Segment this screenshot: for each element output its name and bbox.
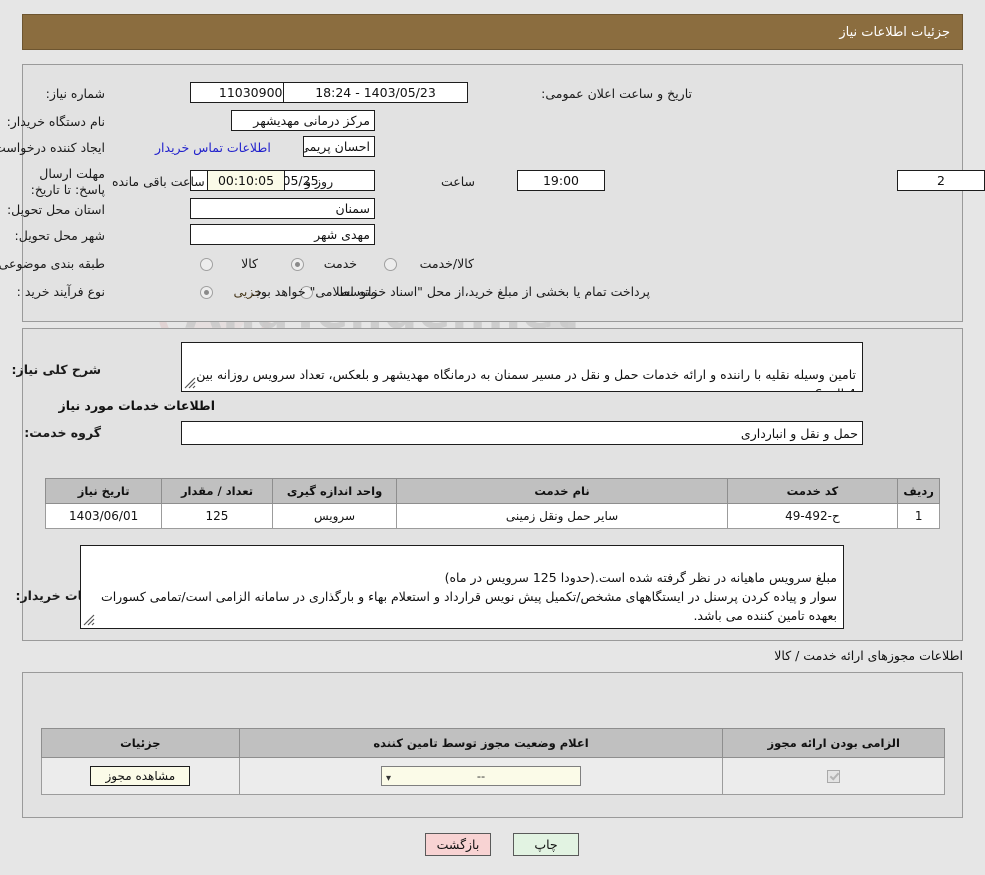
province-label: استان محل تحویل:: [6, 202, 105, 217]
remaining-days-value: 2: [897, 170, 985, 191]
cell-permit-details: مشاهده مجوز: [41, 757, 240, 795]
th-unit: واحد اندازه گیری: [271, 478, 398, 504]
th-date: تاریخ نیاز: [44, 478, 163, 504]
th-row: ردیف: [897, 478, 940, 504]
cell-name: سایر حمل ونقل زمینی: [396, 503, 728, 529]
permits-table-header-row: الزامی بودن ارائه مجوز اعلام وضعیت مجوز …: [41, 728, 945, 758]
payment-note: پرداخت تمام یا بخشی از مبلغ خرید،از محل …: [251, 284, 650, 299]
cell-unit: سرویس: [271, 503, 398, 529]
service-group-value: حمل و نقل و انبارداری: [181, 421, 863, 445]
city-value: مهدی شهر: [190, 224, 375, 245]
process-radio-jozee[interactable]: [200, 286, 213, 299]
cell-quantity: 125: [161, 503, 273, 529]
remaining-days-label: روز و: [305, 174, 334, 189]
th-permit-status: اعلام وضعیت مجوز توسط تامین کننده: [238, 728, 724, 758]
service-group-label: گروه خدمت:: [24, 425, 101, 440]
category-radio-kala[interactable]: [200, 258, 213, 271]
announce-label: تاریخ و ساعت اعلان عمومی:: [541, 86, 692, 101]
deadline-hour-label: ساعت: [440, 174, 475, 189]
cell-permit-required: [722, 757, 945, 795]
announce-value: 1403/05/23 - 18:24: [283, 82, 468, 103]
back-button[interactable]: بازگشت: [425, 833, 491, 856]
category-radio-kala-khedmat[interactable]: [384, 258, 397, 271]
buyer-notes-textarea[interactable]: مبلغ سرویس ماهیانه در نظر گرفته شده است.…: [80, 545, 844, 629]
buyer-notes-value: مبلغ سرویس ماهیانه در نظر گرفته شده است.…: [100, 570, 837, 623]
th-permit-details: جزئیات: [41, 728, 240, 758]
requester-label: ایجاد کننده درخواست:: [0, 140, 105, 155]
view-permit-button[interactable]: مشاهده مجوز: [90, 766, 191, 786]
buyer-contact-link[interactable]: اطلاعات تماس خریدار: [155, 140, 271, 155]
deadline-hour-value: 19:00: [517, 170, 605, 191]
resize-grip-icon[interactable]: [184, 377, 196, 389]
category-label-kala: کالا: [241, 256, 258, 271]
table-row: 1 ح-492-49 سایر حمل ونقل زمینی سرویس 125…: [44, 503, 940, 529]
need-description-label: شرح کلی نیاز:: [11, 362, 101, 377]
requester-value: احسان پریمی کاربرداز مرکز درمانی مهدیشهر: [303, 136, 375, 157]
services-table: ردیف کد خدمت نام خدمت واحد اندازه گیری ت…: [44, 478, 940, 529]
category-label-khedmat: خدمت: [323, 256, 357, 271]
permit-required-checkbox: [827, 770, 841, 783]
page-title: جزئیات اطلاعات نیاز: [22, 14, 963, 50]
need-number-label: شماره نیاز:: [45, 86, 105, 101]
buyer-org-label: نام دستگاه خریدار:: [6, 114, 105, 129]
print-button[interactable]: چاپ: [513, 833, 579, 856]
chevron-down-icon: ▾: [386, 773, 392, 784]
th-code: کد خدمت: [726, 478, 899, 504]
countdown-timer: 00:10:05: [207, 170, 285, 191]
permit-status-value: --: [476, 769, 486, 783]
permits-section-title: اطلاعات مجوزهای ارائه خدمت / کالا: [774, 648, 963, 663]
permit-status-select[interactable]: ▾ --: [381, 766, 582, 786]
th-quantity: تعداد / مقدار: [161, 478, 273, 504]
province-value: سمنان: [190, 198, 375, 219]
cell-permit-status: ▾ --: [238, 757, 724, 795]
process-label: نوع فرآیند خرید :: [16, 284, 105, 299]
resize-grip-icon[interactable]: [83, 614, 95, 626]
services-section-title: اطلاعات خدمات مورد نیاز: [58, 398, 216, 413]
cell-date: 1403/06/01: [44, 503, 163, 529]
need-description-textarea[interactable]: تامین وسیله نقلیه با راننده و ارائه خدما…: [181, 342, 863, 392]
need-description-value: تامین وسیله نقلیه با راننده و ارائه خدما…: [196, 367, 856, 391]
cell-code: ح-492-49: [726, 503, 899, 529]
th-name: نام خدمت: [396, 478, 728, 504]
buyer-org-value: مرکز درمانی مهدیشهر: [231, 110, 375, 131]
th-permit-required: الزامی بودن ارائه مجوز: [722, 728, 945, 758]
permits-table: الزامی بودن ارائه مجوز اعلام وضعیت مجوز …: [41, 728, 945, 795]
services-table-header-row: ردیف کد خدمت نام خدمت واحد اندازه گیری ت…: [44, 478, 940, 504]
category-label-kala-khedmat: کالا/خدمت: [419, 256, 474, 271]
deadline-label: مهلت ارسال پاسخ: تا تاریخ:: [30, 166, 105, 197]
cell-row: 1: [897, 503, 940, 529]
table-row: ▾ -- مشاهده مجوز: [41, 757, 945, 795]
category-radio-khedmat[interactable]: [291, 258, 304, 271]
city-label: شهر محل تحویل:: [14, 228, 105, 243]
countdown-label: ساعت باقی مانده: [112, 174, 205, 189]
page-root: T V AnaTender.net جزئیات اطلاعات نیاز شم…: [0, 0, 985, 875]
category-label: طبقه بندی موضوعی:: [0, 256, 105, 271]
